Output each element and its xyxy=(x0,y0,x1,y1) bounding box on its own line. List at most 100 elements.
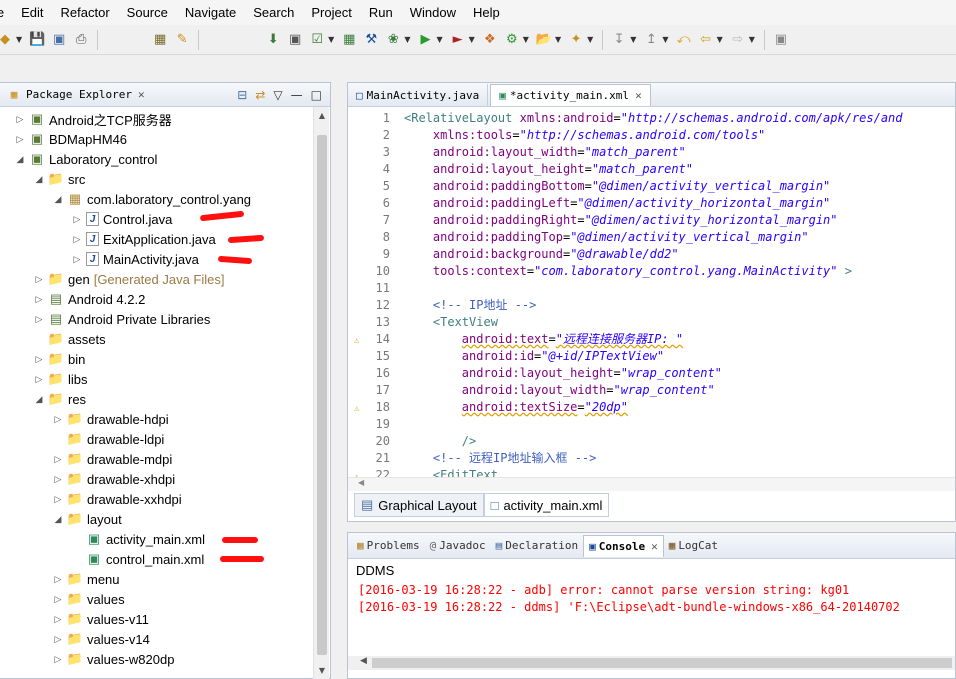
run-dropdown-icon[interactable]: ▼ xyxy=(436,35,442,44)
tree-item[interactable]: ▷ 📁 values-v11 xyxy=(52,609,149,629)
new-java-icon[interactable]: ⚙ xyxy=(503,31,521,49)
scroll-left-icon[interactable]: ◀ xyxy=(360,656,367,666)
collapsed-arrow-icon[interactable]: ▷ xyxy=(33,374,45,385)
scroll-left-icon[interactable]: ◀ xyxy=(358,478,364,487)
search-dropdown-icon[interactable]: ▼ xyxy=(587,35,593,44)
menu-item-navigate[interactable]: Navigate xyxy=(177,5,245,20)
expanded-arrow-icon[interactable]: ◢ xyxy=(14,154,26,165)
code-area[interactable]: 1 <RelativeLayout xmlns:android="http://s… xyxy=(348,109,955,477)
avd-icon[interactable]: ✎ xyxy=(173,31,191,49)
collapsed-arrow-icon[interactable]: ▷ xyxy=(71,214,83,225)
menu-item-project[interactable]: Project xyxy=(303,5,360,20)
scrollbar-thumb[interactable] xyxy=(372,658,952,668)
package-explorer-scrollbar[interactable]: ▲ ▼ xyxy=(313,107,329,679)
tree-item[interactable]: ▷ 📁 menu xyxy=(52,569,120,589)
open-perspective-icon[interactable]: ▣ xyxy=(772,31,790,49)
tree-item[interactable]: ▷ ▣ BDMapHM46 xyxy=(14,129,128,149)
console-horizontal-scrollbar[interactable]: ◀ xyxy=(348,656,955,670)
new-icon[interactable]: ◆ xyxy=(0,31,14,49)
tree-item[interactable]: ▷ J MainActivity.java xyxy=(71,249,199,269)
tree-item[interactable]: ◢ 📁 res xyxy=(33,389,87,409)
editor-tab[interactable]: ▣ *activity_main.xml ✕ xyxy=(490,84,651,106)
menu-item-le[interactable]: le xyxy=(0,5,13,20)
back-dropdown-icon[interactable]: ▼ xyxy=(717,35,723,44)
close-icon[interactable]: ✕ xyxy=(635,89,642,102)
console-tab-problems[interactable]: ▦ Problems xyxy=(352,535,425,557)
expanded-arrow-icon[interactable]: ◢ xyxy=(52,514,64,525)
console-tab-javadoc[interactable]: @ Javadoc xyxy=(425,535,491,557)
new-dropdown-icon[interactable]: ▼ xyxy=(16,35,22,44)
collapse-all-icon[interactable]: ⊟ xyxy=(237,88,247,102)
tree-item[interactable]: ◢ ▣ Laboratory_control xyxy=(14,149,158,169)
tree-item[interactable]: ▷ 📁 drawable-mdpi xyxy=(52,449,173,469)
minimize-icon[interactable]: — xyxy=(291,88,303,102)
menu-item-search[interactable]: Search xyxy=(245,5,303,20)
collapsed-arrow-icon[interactable]: ▷ xyxy=(71,254,83,265)
console-tab-declaration[interactable]: ▤ Declaration xyxy=(491,535,583,557)
wrench-icon[interactable]: ⚒ xyxy=(362,31,380,49)
collapsed-arrow-icon[interactable]: ▷ xyxy=(33,314,45,325)
forward-dropdown-icon[interactable]: ▼ xyxy=(749,35,755,44)
tree-item[interactable]: ▷ 📁 values-v14 xyxy=(52,629,150,649)
collapsed-arrow-icon[interactable]: ▷ xyxy=(33,274,45,285)
editor-mode-tab[interactable]: ▤ Graphical Layout xyxy=(354,493,484,517)
menu-item-help[interactable]: Help xyxy=(465,5,509,20)
scroll-up-icon[interactable]: ▲ xyxy=(314,111,330,120)
external-dropdown-icon[interactable]: ▼ xyxy=(469,35,475,44)
next-annotation-dropdown-icon[interactable]: ▼ xyxy=(630,35,636,44)
console-tab-console[interactable]: ▣ Console ✕ xyxy=(583,534,664,557)
tree-item[interactable]: ▷ 📁 bin xyxy=(33,349,86,369)
download-icon[interactable]: ⬇ xyxy=(264,31,282,49)
tree-item[interactable]: ▷ 📁 drawable-xhdpi xyxy=(52,469,176,489)
checkbox-icon[interactable]: ☑ xyxy=(308,31,326,49)
save-all-icon[interactable]: ▣ xyxy=(50,31,68,49)
view-menu-icon[interactable]: ▽ xyxy=(273,88,282,102)
run-icon[interactable]: ▶ xyxy=(416,31,434,49)
menu-item-source[interactable]: Source xyxy=(119,5,177,20)
scroll-down-icon[interactable]: ▼ xyxy=(314,666,330,675)
tree-item[interactable]: ▷ 📁 values-w820dp xyxy=(52,649,175,669)
collapsed-arrow-icon[interactable]: ▷ xyxy=(52,474,64,485)
tree-item[interactable]: ▷ 📁 drawable-xxhdpi xyxy=(52,489,182,509)
collapsed-arrow-icon[interactable]: ▷ xyxy=(14,134,26,145)
close-icon[interactable]: ✕ xyxy=(651,540,658,553)
tree-item[interactable]: ▷ 📁 libs xyxy=(33,369,88,389)
tree-item[interactable]: 📁 drawable-ldpi xyxy=(52,429,164,449)
maximize-icon[interactable]: □ xyxy=(311,88,322,102)
tree-item[interactable]: ▷ ▣ Android之TCP服务器 xyxy=(14,109,172,129)
new-java-dropdown-icon[interactable]: ▼ xyxy=(523,35,529,44)
tree-item[interactable]: 📁 assets xyxy=(33,329,106,349)
collapsed-arrow-icon[interactable]: ▷ xyxy=(71,234,83,245)
tree-item[interactable]: ◢ ▦ com.laboratory_control.yang xyxy=(52,189,252,209)
collapsed-arrow-icon[interactable]: ▷ xyxy=(52,574,64,585)
prev-annotation-dropdown-icon[interactable]: ▼ xyxy=(662,35,668,44)
menu-item-window[interactable]: Window xyxy=(402,5,465,20)
dropdown-icon[interactable]: ▼ xyxy=(328,35,334,44)
expanded-arrow-icon[interactable]: ◢ xyxy=(33,394,45,405)
print-icon[interactable]: ⎙ xyxy=(72,31,90,49)
menu-item-edit[interactable]: Edit xyxy=(13,5,52,20)
collapsed-arrow-icon[interactable]: ▷ xyxy=(52,614,64,625)
open-type-dropdown-icon[interactable]: ▼ xyxy=(555,35,561,44)
link-with-editor-icon[interactable]: ⇄ xyxy=(255,88,265,102)
tree-item[interactable]: ▷ 📁 gen [Generated Java Files] xyxy=(33,269,225,289)
tree-item[interactable]: ▷ 📁 drawable-hdpi xyxy=(52,409,169,429)
android-sdk-icon[interactable]: ▦ xyxy=(151,31,169,49)
tree-item[interactable]: ▷ J Control.java xyxy=(71,209,173,229)
expanded-arrow-icon[interactable]: ◢ xyxy=(52,194,64,205)
expanded-arrow-icon[interactable]: ◢ xyxy=(33,174,45,185)
editor-tab[interactable]: □ MainActivity.java xyxy=(348,84,489,106)
open-type-icon[interactable]: 📂 xyxy=(535,31,553,49)
tree-item[interactable]: ▣ activity_main.xml xyxy=(71,529,205,549)
collapsed-arrow-icon[interactable]: ▷ xyxy=(52,594,64,605)
console-tab-logcat[interactable]: ▦ LogCat xyxy=(664,535,723,557)
next-annotation-icon[interactable]: ↧ xyxy=(610,31,628,49)
device-icon[interactable]: ▣ xyxy=(286,31,304,49)
external-tools-icon[interactable]: ► xyxy=(449,31,467,49)
search-icon[interactable]: ✦ xyxy=(567,31,585,49)
package-explorer-tab[interactable]: ▦ Package Explorer ✕ xyxy=(6,87,145,103)
tree-item[interactable]: ▷ ▤ Android 4.2.2 xyxy=(33,289,146,309)
menu-item-refactor[interactable]: Refactor xyxy=(53,5,119,20)
tree-item[interactable]: ▷ ▤ Android Private Libraries xyxy=(33,309,211,329)
tree-item[interactable]: ▣ control_main.xml xyxy=(71,549,204,569)
